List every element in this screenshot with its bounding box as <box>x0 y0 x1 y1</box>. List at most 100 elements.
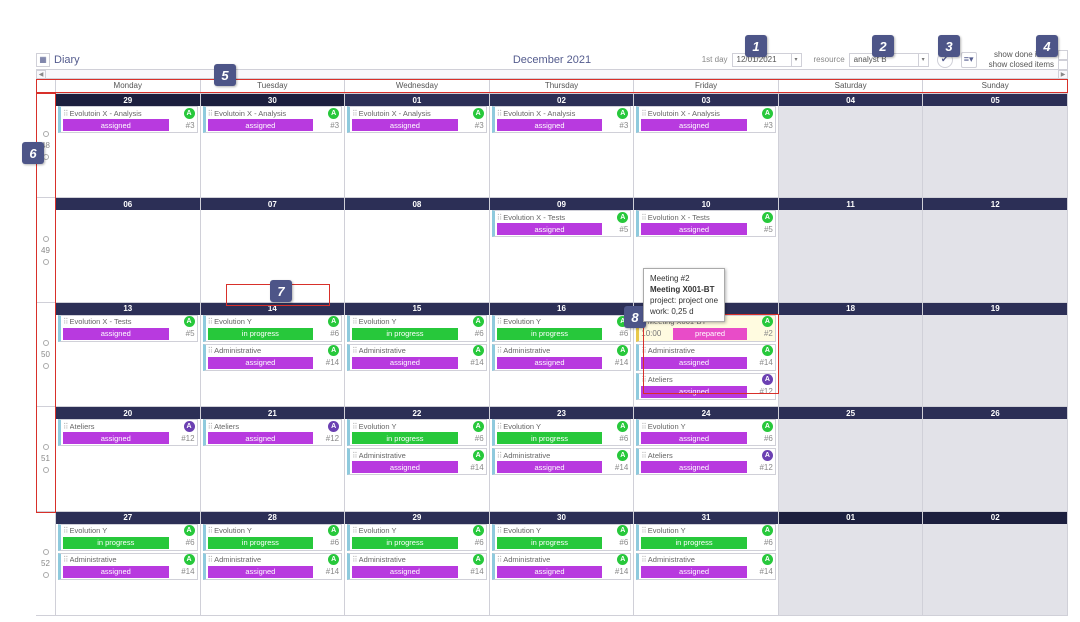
prev-arrow-icon[interactable]: ◀ <box>36 70 46 79</box>
card-body: assigned#5 <box>63 328 195 340</box>
task-number: #6 <box>317 329 339 338</box>
day-cell[interactable]: 29⠿Evolutoin X - AnalysisAassigned#3 <box>56 94 201 198</box>
task-card[interactable]: ⠿AdministrativeAassigned#14 <box>58 553 198 580</box>
day-cell[interactable]: 24⠿Evolution YAassigned#6⠿AteliersAassig… <box>634 407 779 511</box>
tooltip-line: Meeting #2 <box>650 273 718 284</box>
task-card[interactable]: ⠿Evolution X - TestsAassigned#5 <box>636 210 776 237</box>
card-body: assigned#14 <box>497 357 629 369</box>
day-cell[interactable]: 26 <box>923 407 1068 511</box>
grip-icon: ⠿ <box>208 317 213 326</box>
day-cell[interactable]: 15⠿Evolution YAin progress#6⠿Administrat… <box>345 303 490 407</box>
day-cell[interactable]: 08 <box>345 198 490 302</box>
day-cell[interactable]: 25 <box>779 407 924 511</box>
task-card[interactable]: ⠿Evolution X - TestsAassigned#5 <box>58 315 198 342</box>
task-number: #6 <box>606 329 628 338</box>
day-cell[interactable]: 14⠿Evolution YAin progress#6⠿Administrat… <box>201 303 346 407</box>
day-cell[interactable]: 20⠿AteliersAassigned#12 <box>56 407 201 511</box>
day-cell[interactable]: 27⠿Evolution YAin progress#6⠿Administrat… <box>56 512 201 616</box>
day-cell[interactable]: 11 <box>779 198 924 302</box>
day-cell[interactable]: 09⠿Evolution X - TestsAassigned#5 <box>490 198 635 302</box>
task-card[interactable]: ⠿Evolution YAin progress#6 <box>492 419 632 446</box>
task-card[interactable]: ⠿AdministrativeAassigned#14 <box>492 448 632 475</box>
day-cell[interactable]: 12 <box>923 198 1068 302</box>
meeting-time: 10:00 <box>641 329 669 338</box>
date-bar: 29 <box>345 512 489 524</box>
task-card[interactable]: ⠿Evolution YAin progress#6 <box>347 419 487 446</box>
date-bar: 02 <box>490 94 634 106</box>
task-card[interactable]: ⠿Evolutoin X - AnalysisAassigned#3 <box>58 106 198 133</box>
day-cell[interactable]: 02 <box>923 512 1068 616</box>
task-card[interactable]: ⠿Evolutoin X - AnalysisAassigned#3 <box>203 106 343 133</box>
task-card[interactable]: ⠿AdministrativeAassigned#14 <box>492 553 632 580</box>
day-cell[interactable]: 16⠿Evolution YAin progress#6⠿Administrat… <box>490 303 635 407</box>
day-cell[interactable]: 29⠿Evolution YAin progress#6⠿Administrat… <box>345 512 490 616</box>
card-header: ⠿AdministrativeA <box>641 346 773 356</box>
day-cell[interactable]: 22⠿Evolution YAin progress#6⠿Administrat… <box>345 407 490 511</box>
tooltip-work: work: 0,25 d <box>650 306 718 317</box>
card-title: Evolution Y <box>648 422 760 431</box>
task-card[interactable]: ⠿AdministrativeAassigned#14 <box>347 553 487 580</box>
card-title: Evolution Y <box>70 526 182 535</box>
day-cell[interactable]: 23⠿Evolution YAin progress#6⠿Administrat… <box>490 407 635 511</box>
task-card[interactable]: ⠿Evolution YAin progress#6 <box>347 315 487 342</box>
status-pill: in progress <box>497 432 603 444</box>
day-cell[interactable]: 01⠿Evolutoin X - AnalysisAassigned#3 <box>345 94 490 198</box>
calendar-icon[interactable]: ▦ <box>36 53 50 67</box>
card-title: Ateliers <box>648 375 760 384</box>
grip-icon: ⠿ <box>497 422 502 431</box>
task-card[interactable]: ⠿Evolution YAin progress#6 <box>492 315 632 342</box>
resource-dropdown[interactable]: ▾ <box>919 53 929 67</box>
day-cell[interactable]: 28⠿Evolution YAin progress#6⠿Administrat… <box>201 512 346 616</box>
grip-icon: ⠿ <box>352 451 357 460</box>
task-card[interactable]: ⠿Evolution YAassigned#6 <box>636 419 776 446</box>
task-card[interactable]: ⠿Evolution YAin progress#6 <box>203 524 343 551</box>
grip-icon: ⠿ <box>63 422 68 431</box>
task-card[interactable]: ⠿Evolutoin X - AnalysisAassigned#3 <box>347 106 487 133</box>
day-cell[interactable]: 19 <box>923 303 1068 407</box>
task-card[interactable]: ⠿Evolution YAin progress#6 <box>492 524 632 551</box>
grip-icon: ⠿ <box>497 109 502 118</box>
task-number: #6 <box>751 538 773 547</box>
task-card[interactable]: ⠿Evolution YAin progress#6 <box>347 524 487 551</box>
next-arrow-icon[interactable]: ▶ <box>1058 70 1068 79</box>
task-card[interactable]: ⠿Evolution X - TestsAassigned#5 <box>492 210 632 237</box>
task-card[interactable]: ⠿AteliersAassigned#12 <box>636 373 776 400</box>
day-cell[interactable]: 03⠿Evolutoin X - AnalysisAassigned#3 <box>634 94 779 198</box>
day-cell[interactable]: 05 <box>923 94 1068 198</box>
task-card[interactable]: ⠿AdministrativeAassigned#14 <box>492 344 632 371</box>
day-cell[interactable]: 13⠿Evolution X - TestsAassigned#5 <box>56 303 201 407</box>
day-cell[interactable]: 04 <box>779 94 924 198</box>
show-done-checkbox[interactable] <box>1058 50 1068 60</box>
task-card[interactable]: ⠿Evolutoin X - AnalysisAassigned#3 <box>636 106 776 133</box>
task-card[interactable]: ⠿Evolution YAin progress#6 <box>203 315 343 342</box>
task-card[interactable]: ⠿AteliersAassigned#12 <box>636 448 776 475</box>
grip-icon: ⠿ <box>208 555 213 564</box>
task-card[interactable]: ⠿AteliersAassigned#12 <box>203 419 343 446</box>
task-card[interactable]: ⠿AdministrativeAassigned#14 <box>203 553 343 580</box>
day-cell[interactable]: 21⠿AteliersAassigned#12 <box>201 407 346 511</box>
day-cell[interactable]: 18 <box>779 303 924 407</box>
task-card[interactable]: ⠿AdministrativeAassigned#14 <box>636 344 776 371</box>
day-cell[interactable]: 06 <box>56 198 201 302</box>
day-cell[interactable]: 02⠿Evolutoin X - AnalysisAassigned#3 <box>490 94 635 198</box>
firstday-dropdown[interactable]: ▾ <box>792 53 802 67</box>
task-card[interactable]: ⠿AdministrativeAassigned#14 <box>203 344 343 371</box>
show-closed-checkbox[interactable] <box>1058 60 1068 70</box>
status-pill: in progress <box>497 328 603 340</box>
day-cell[interactable]: 01 <box>779 512 924 616</box>
day-cell[interactable]: 31⠿Evolution YAin progress#6⠿Administrat… <box>634 512 779 616</box>
dayhead-mon: Monday <box>56 79 201 92</box>
list-options-icon[interactable]: ≡▾ <box>961 52 977 68</box>
dayhead-fri: Friday <box>634 79 779 92</box>
task-card[interactable]: ⠿Evolutoin X - AnalysisAassigned#3 <box>492 106 632 133</box>
card-body: assigned#5 <box>497 223 629 235</box>
day-cell[interactable]: 30⠿Evolution YAin progress#6⠿Administrat… <box>490 512 635 616</box>
task-card[interactable]: ⠿AdministrativeAassigned#14 <box>636 553 776 580</box>
task-card[interactable]: ⠿AdministrativeAassigned#14 <box>347 448 487 475</box>
day-cell[interactable]: 30⠿Evolutoin X - AnalysisAassigned#3 <box>201 94 346 198</box>
task-card[interactable]: ⠿Evolution YAin progress#6 <box>58 524 198 551</box>
task-card[interactable]: ⠿Evolution YAin progress#6 <box>636 524 776 551</box>
task-card[interactable]: ⠿AdministrativeAassigned#14 <box>347 344 487 371</box>
task-card[interactable]: ⠿AteliersAassigned#12 <box>58 419 198 446</box>
date-bar: 05 <box>923 94 1067 106</box>
